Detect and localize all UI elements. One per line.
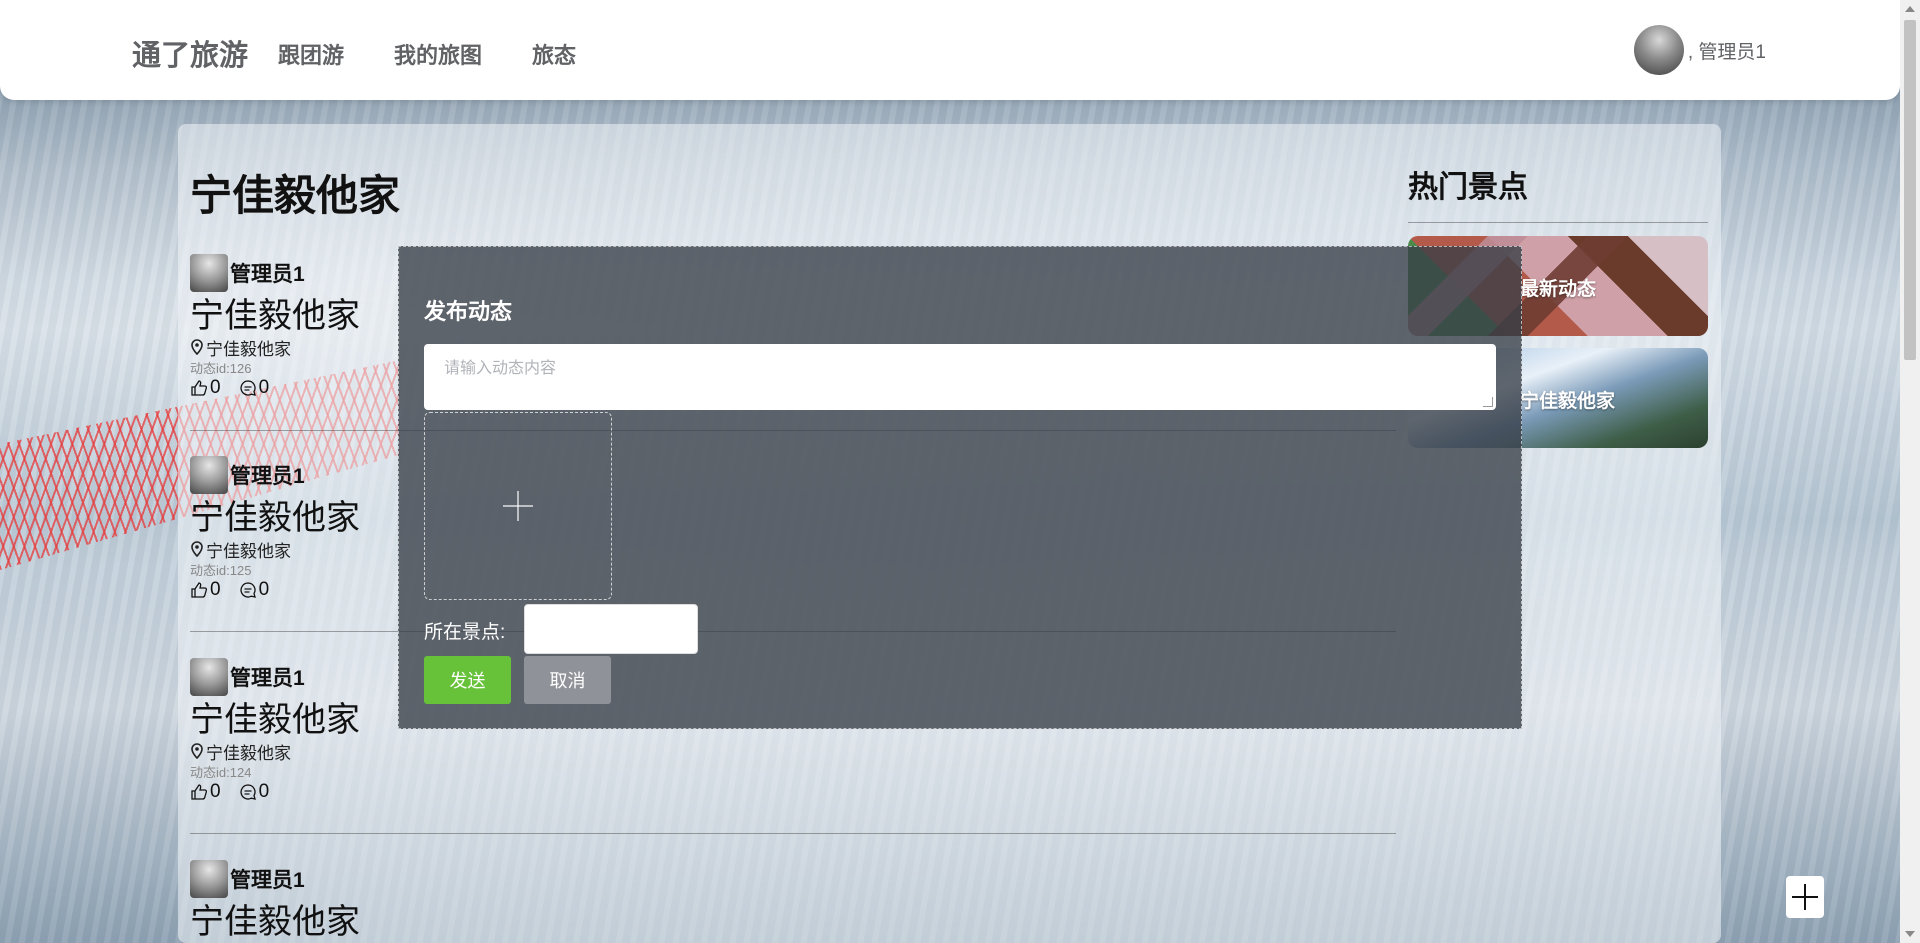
post-content-input[interactable]: 请输入动态内容 bbox=[424, 344, 1496, 410]
hot-spots-divider bbox=[1408, 222, 1708, 223]
location-pin-icon bbox=[191, 743, 203, 759]
post-location-text: 宁佳毅他家 bbox=[206, 743, 291, 763]
comment-count: 0 bbox=[258, 579, 270, 600]
page-title: 宁佳毅他家 bbox=[190, 172, 401, 219]
send-button[interactable]: 发送 bbox=[424, 656, 511, 704]
spot-label: 所在景点: bbox=[424, 622, 506, 643]
post-avatar bbox=[190, 254, 228, 292]
post-author-name: 管理员1 bbox=[230, 869, 305, 892]
comment-icon bbox=[239, 784, 256, 800]
post-author-name: 管理员1 bbox=[230, 465, 305, 488]
add-post-button[interactable] bbox=[1786, 876, 1824, 918]
comment-icon bbox=[239, 380, 256, 396]
like-button[interactable]: 0 bbox=[190, 781, 221, 803]
hot-spot-label: 最新动态 bbox=[1520, 279, 1597, 300]
image-upload[interactable] bbox=[424, 412, 612, 600]
comment-button[interactable]: 0 bbox=[239, 579, 270, 601]
post-content-placeholder: 请输入动态内容 bbox=[444, 360, 557, 377]
comment-count: 0 bbox=[258, 781, 270, 802]
page-scrollbar[interactable] bbox=[1900, 0, 1920, 943]
comment-count: 0 bbox=[258, 377, 270, 398]
post-avatar bbox=[190, 658, 228, 696]
post-location-text: 宁佳毅他家 bbox=[206, 339, 291, 359]
post-stats: 0 0 bbox=[190, 780, 1396, 804]
nav-my-travel-map[interactable]: 我的旅图 bbox=[394, 38, 482, 70]
post-author-name: 管理员1 bbox=[230, 263, 305, 286]
avatar[interactable] bbox=[1633, 25, 1684, 75]
post-id: 动态id:124 bbox=[190, 765, 252, 780]
thumbs-up-icon bbox=[191, 380, 208, 396]
like-count: 0 bbox=[210, 781, 221, 802]
comment-icon bbox=[239, 582, 256, 598]
top-header: 通了旅游 跟团游 我的旅图 旅态 , 管理员1 bbox=[0, 0, 1900, 100]
location-pin-icon bbox=[191, 541, 203, 557]
post-divider bbox=[190, 833, 1396, 834]
publish-post-dialog: 发布动态 请输入动态内容 所在景点: 发送 取消 bbox=[398, 246, 1522, 729]
post-avatar bbox=[190, 860, 228, 898]
resize-handle-icon[interactable] bbox=[1483, 397, 1493, 407]
cancel-button[interactable]: 取消 bbox=[524, 656, 611, 704]
post-author: 管理员1 bbox=[190, 860, 1396, 898]
location-pin-icon bbox=[191, 339, 203, 355]
scroll-thumb[interactable] bbox=[1904, 20, 1916, 360]
comment-button[interactable]: 0 bbox=[239, 781, 270, 803]
user-menu[interactable]: , 管理员1 bbox=[1633, 25, 1766, 75]
hot-spot-label: 宁佳毅他家 bbox=[1520, 391, 1616, 412]
main-nav: 跟团游 我的旅图 旅态 bbox=[278, 38, 576, 70]
like-button[interactable]: 0 bbox=[190, 579, 221, 601]
like-button[interactable]: 0 bbox=[190, 377, 221, 399]
thumbs-up-icon bbox=[191, 582, 208, 598]
scroll-down-icon[interactable] bbox=[1905, 931, 1915, 937]
post-location: 宁佳毅他家 bbox=[190, 740, 1396, 763]
dialog-title: 发布动态 bbox=[424, 299, 513, 324]
spot-input[interactable] bbox=[524, 604, 698, 654]
post-item[interactable]: 管理员1 宁佳毅他家 bbox=[190, 860, 1396, 942]
user-name[interactable]: , 管理员1 bbox=[1688, 37, 1766, 64]
post-author-name: 管理员1 bbox=[230, 667, 305, 690]
post-location-text: 宁佳毅他家 bbox=[206, 541, 291, 561]
plus-icon bbox=[503, 491, 533, 521]
hot-spots-title: 热门景点 bbox=[1408, 171, 1528, 204]
comment-button[interactable]: 0 bbox=[239, 377, 270, 399]
brand-logo[interactable]: 通了旅游 bbox=[132, 32, 248, 74]
post-title[interactable]: 宁佳毅他家 bbox=[190, 902, 1396, 942]
scroll-up-icon[interactable] bbox=[1905, 6, 1915, 12]
nav-group-tour[interactable]: 跟团游 bbox=[278, 38, 344, 70]
like-count: 0 bbox=[210, 579, 221, 600]
thumbs-up-icon bbox=[191, 784, 208, 800]
nav-travel-feed[interactable]: 旅态 bbox=[532, 38, 576, 70]
post-avatar bbox=[190, 456, 228, 494]
like-count: 0 bbox=[210, 377, 221, 398]
